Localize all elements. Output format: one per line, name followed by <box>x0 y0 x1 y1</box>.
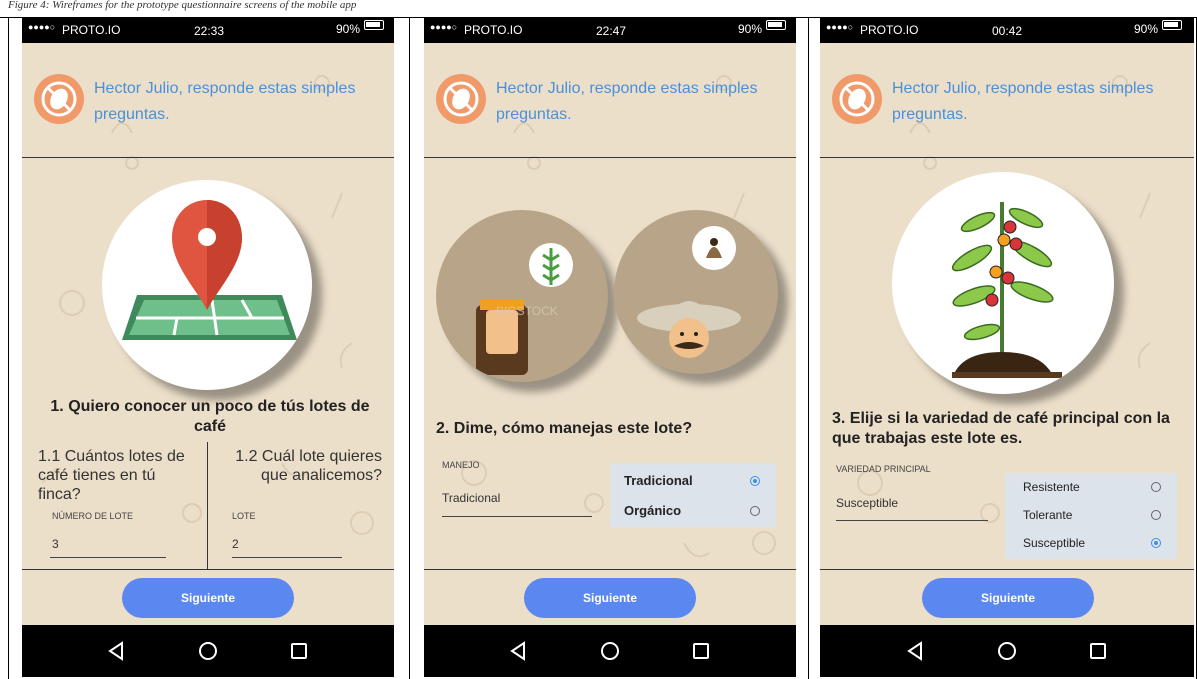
radio-option-organico[interactable]: Orgánico <box>610 495 776 527</box>
footer-divider <box>820 569 1194 570</box>
variety-input[interactable]: Susceptible <box>836 496 898 510</box>
lot-input[interactable]: 2 <box>232 537 239 551</box>
header: Hector Julio, responde estas simples pre… <box>22 57 394 157</box>
radio-option-label: Tradicional <box>624 473 693 488</box>
next-button[interactable]: Siguiente <box>922 578 1094 618</box>
question-2-title: 2. Dime, cómo manejas este lote? <box>436 420 693 437</box>
home-icon[interactable] <box>196 639 220 663</box>
column-divider <box>207 442 208 570</box>
management-label: MANEJO <box>442 460 480 470</box>
home-icon[interactable] <box>995 639 1019 663</box>
clock: 22:47 <box>596 24 627 38</box>
question-1-title: 1. Quiero conocer un poco de tús lotes d… <box>50 398 370 435</box>
android-nav-bar <box>424 625 796 677</box>
lot-label: LOTE <box>232 511 256 521</box>
radio-unselected-icon[interactable] <box>750 506 760 516</box>
header-divider <box>820 157 1194 158</box>
carrier-name: PROTO.IO <box>464 23 523 37</box>
battery-icon <box>766 20 786 30</box>
header: Hector Julio, responde estas simples pre… <box>820 57 1194 157</box>
signal-strength: ●●●●○ <box>430 22 458 32</box>
lot-count-label: NÚMERO DE LOTE <box>52 511 134 521</box>
lot-underline <box>232 557 342 558</box>
woman-farmer-illustration: BIGSTOCK <box>436 210 608 382</box>
no-bean-logo-icon <box>436 74 486 124</box>
variety-label: VARIEDAD PRINCIPAL <box>836 464 931 474</box>
battery-percent: 90% <box>738 22 763 36</box>
battery-percent: 90% <box>1134 22 1159 36</box>
map-illustration <box>102 180 312 390</box>
battery-percent: 90% <box>336 22 361 36</box>
radio-option-label: Susceptible <box>1023 536 1086 550</box>
coffee-plant-illustration <box>892 172 1114 394</box>
android-nav-bar <box>22 625 394 677</box>
footer-divider <box>424 569 796 570</box>
lot-count-input[interactable]: 3 <box>52 537 59 551</box>
frame-divider-1 <box>409 17 410 679</box>
management-radio-group: Tradicional Orgánico <box>610 463 776 527</box>
subquestion-1-1: 1.1 Cuántos lotes de café tienes en tú f… <box>38 448 185 503</box>
recent-apps-icon[interactable] <box>1086 639 1110 663</box>
back-icon[interactable] <box>507 639 531 663</box>
recent-apps-icon[interactable] <box>689 639 713 663</box>
radio-option-label: Orgánico <box>624 503 682 518</box>
clock: 00:42 <box>992 24 1023 38</box>
radio-selected-icon[interactable] <box>1151 538 1161 548</box>
radio-option-tolerante[interactable]: Tolerante <box>1005 501 1177 529</box>
no-bean-logo-icon <box>832 74 882 124</box>
clock: 22:33 <box>194 24 225 38</box>
male-farmer-illustration <box>614 210 778 374</box>
radio-option-resistente[interactable]: Resistente <box>1005 473 1177 501</box>
footer-divider <box>22 569 394 570</box>
next-button[interactable]: Siguiente <box>524 578 696 618</box>
signal-strength: ●●●●○ <box>28 22 56 32</box>
phone-screen-1: ●●●●○ PROTO.IO 22:33 90% Hector Julio, r… <box>22 17 394 677</box>
status-bar: ●●●●○ PROTO.IO 22:47 90% <box>424 17 796 43</box>
back-icon[interactable] <box>904 639 928 663</box>
header-greeting: Hector Julio, responde estas simples pre… <box>94 80 356 123</box>
battery-icon <box>1162 20 1182 30</box>
carrier-name: PROTO.IO <box>860 23 919 37</box>
radio-unselected-icon[interactable] <box>1151 510 1161 520</box>
no-bean-logo-icon <box>34 74 84 124</box>
home-icon[interactable] <box>598 639 622 663</box>
header-divider <box>22 157 394 158</box>
status-bar: ●●●●○ PROTO.IO 00:42 90% <box>820 17 1194 43</box>
battery-icon <box>364 20 384 30</box>
radio-selected-icon[interactable] <box>750 476 760 486</box>
management-underline <box>442 516 592 517</box>
back-icon[interactable] <box>105 639 129 663</box>
android-nav-bar <box>820 625 1194 677</box>
lot-count-underline <box>50 557 166 558</box>
header: Hector Julio, responde estas simples pre… <box>424 57 796 157</box>
frame-left <box>8 17 9 679</box>
phone-screen-3: ●●●●○ PROTO.IO 00:42 90% Hector Julio, r… <box>820 17 1194 677</box>
radio-option-susceptible[interactable]: Susceptible <box>1005 529 1177 557</box>
radio-unselected-icon[interactable] <box>1151 482 1161 492</box>
next-button[interactable]: Siguiente <box>122 578 294 618</box>
header-greeting: Hector Julio, responde estas simples pre… <box>892 80 1154 123</box>
variety-underline <box>836 520 988 521</box>
frame-divider-2 <box>808 17 809 679</box>
question-3-title: 3. Elije si la variedad de café principa… <box>832 410 1170 447</box>
header-divider <box>424 157 796 158</box>
phone-screen-2: ●●●●○ PROTO.IO 22:47 90% Hector Julio, r… <box>424 17 796 677</box>
recent-apps-icon[interactable] <box>287 639 311 663</box>
radio-option-label: Tolerante <box>1023 508 1073 522</box>
signal-strength: ●●●●○ <box>826 22 854 32</box>
variety-radio-group: Resistente Tolerante Susceptible <box>1005 473 1177 559</box>
subquestion-1-2: 1.2 Cuál lote quieres que analicemos? <box>235 448 382 484</box>
radio-option-tradicional[interactable]: Tradicional <box>610 465 776 497</box>
management-input[interactable]: Tradicional <box>442 491 500 505</box>
header-greeting: Hector Julio, responde estas simples pre… <box>496 80 758 123</box>
status-bar: ●●●●○ PROTO.IO 22:33 90% <box>22 17 394 43</box>
figure-caption: Figure 4: Wireframes for the prototype q… <box>8 0 357 11</box>
radio-option-label: Resistente <box>1023 480 1080 494</box>
carrier-name: PROTO.IO <box>62 23 121 37</box>
stock-watermark: BIGSTOCK <box>496 304 558 318</box>
